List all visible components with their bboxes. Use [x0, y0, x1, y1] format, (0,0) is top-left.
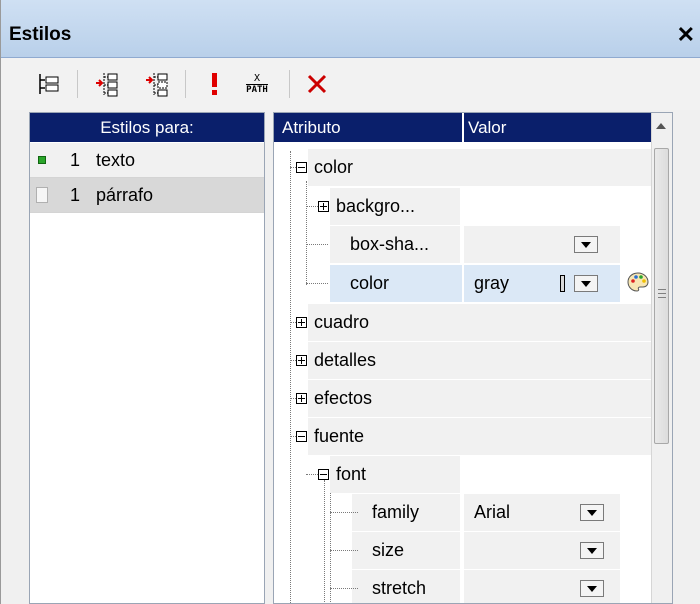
scrollbar-thumb[interactable]	[654, 148, 669, 444]
insert-property-icon[interactable]	[141, 68, 173, 100]
property-row-detalles[interactable]: detalles	[274, 342, 656, 379]
value-dropdown[interactable]	[574, 236, 598, 253]
close-icon[interactable]: ✕	[677, 22, 695, 48]
toolbar-separator	[77, 70, 78, 98]
value-column-header[interactable]: Valor	[468, 113, 506, 142]
property-row-cuadro[interactable]: cuadro	[274, 304, 656, 341]
element-empty-icon	[36, 187, 48, 203]
style-item-parrafo[interactable]: 1 párrafo	[30, 178, 264, 213]
property-name: stretch	[372, 578, 427, 598]
property-name: family	[372, 502, 420, 522]
style-item-count: 1	[70, 150, 81, 170]
attribute-column-header[interactable]: Atributo	[282, 113, 341, 142]
property-row-stretch[interactable]: stretch	[274, 570, 656, 603]
attributes-panel: Atributo Valor color backgro... box-sha.…	[273, 112, 673, 604]
expand-icon[interactable]	[296, 355, 307, 366]
header-separator	[462, 113, 464, 142]
attributes-header: Atributo Valor	[274, 113, 656, 142]
property-name: font	[336, 464, 367, 484]
property-name: efectos	[314, 388, 373, 408]
styles-for-header: Estilos para:	[30, 113, 264, 143]
value-dropdown[interactable]	[580, 580, 604, 597]
property-name: size	[372, 540, 405, 560]
color-palette-icon[interactable]	[626, 271, 650, 308]
property-row-fuente[interactable]: fuente	[274, 418, 656, 455]
xpath-icon-bottom: PATH	[246, 83, 268, 95]
property-row-family[interactable]: family Arial	[274, 494, 656, 531]
collapse-icon[interactable]	[296, 431, 307, 442]
property-value[interactable]: gray	[474, 265, 509, 302]
property-row-background[interactable]: backgro...	[274, 188, 656, 225]
property-row-color[interactable]: color gray	[274, 265, 656, 302]
property-name: color	[350, 273, 390, 293]
property-name: box-sha...	[350, 234, 430, 254]
property-row-efectos[interactable]: efectos	[274, 380, 656, 417]
style-item-count: 1	[70, 185, 81, 205]
style-item-label: párrafo	[96, 185, 154, 205]
expand-icon[interactable]	[296, 317, 307, 328]
collapse-icon[interactable]	[318, 469, 329, 480]
xpath-icon[interactable]: X PATH	[241, 68, 273, 100]
property-name: backgro...	[336, 196, 416, 216]
append-property-icon[interactable]	[91, 68, 123, 100]
property-name: color	[314, 157, 354, 177]
element-green-icon	[38, 156, 46, 164]
value-dropdown[interactable]	[574, 275, 598, 292]
window-title: Estilos	[9, 24, 72, 45]
property-row-font[interactable]: font	[274, 456, 656, 493]
style-item-label: texto	[96, 150, 136, 170]
title-bar: Estilos ✕	[1, 0, 700, 58]
property-name: fuente	[314, 426, 365, 446]
toolbar-separator	[289, 70, 290, 98]
vertical-scrollbar[interactable]	[651, 113, 672, 603]
property-row-size[interactable]: size	[274, 532, 656, 569]
property-name: detalles	[314, 350, 377, 370]
toolbar: X PATH	[1, 58, 700, 110]
xpath-icon-top: X	[253, 72, 261, 84]
delete-icon[interactable]	[301, 68, 333, 100]
style-item-texto[interactable]: 1 texto	[30, 143, 264, 178]
important-icon[interactable]	[199, 68, 231, 100]
expand-icon[interactable]	[296, 393, 307, 404]
value-dropdown[interactable]	[580, 542, 604, 559]
toolbar-separator	[185, 70, 186, 98]
property-name: cuadro	[314, 312, 370, 332]
scroll-up-icon[interactable]	[656, 123, 666, 129]
color-swatch	[560, 275, 565, 292]
property-row-box-shadow[interactable]: box-sha...	[274, 226, 656, 263]
property-row-color-group[interactable]: color	[274, 149, 656, 186]
value-dropdown[interactable]	[580, 504, 604, 521]
property-value[interactable]: Arial	[474, 494, 510, 531]
add-style-icon[interactable]	[33, 68, 65, 100]
styles-window: Estilos ✕ X PATH Estilos para: 1 texto 1…	[0, 0, 700, 604]
styles-for-panel: Estilos para: 1 texto 1 párrafo	[29, 112, 265, 604]
expand-icon[interactable]	[318, 201, 329, 212]
collapse-icon[interactable]	[296, 162, 307, 173]
